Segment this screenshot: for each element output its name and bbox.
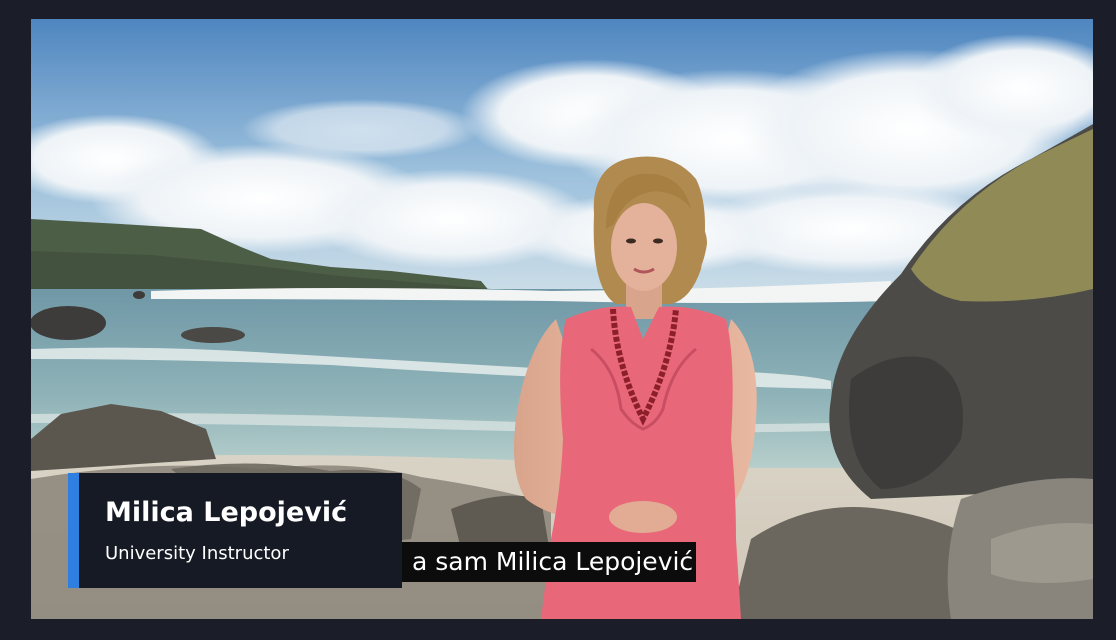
subtitle-caption: a sam Milica Lepojević bbox=[402, 542, 697, 582]
rock bbox=[181, 327, 245, 343]
accent-bar bbox=[68, 473, 79, 588]
rock bbox=[31, 306, 106, 340]
speaker-title: University Instructor bbox=[105, 543, 289, 564]
speaker-name: Milica Lepojević bbox=[105, 497, 348, 528]
name-lower-third: Milica Lepojević University Instructor bbox=[68, 473, 402, 588]
player-frame: Milica Lepojević University Instructor a… bbox=[0, 0, 1116, 640]
